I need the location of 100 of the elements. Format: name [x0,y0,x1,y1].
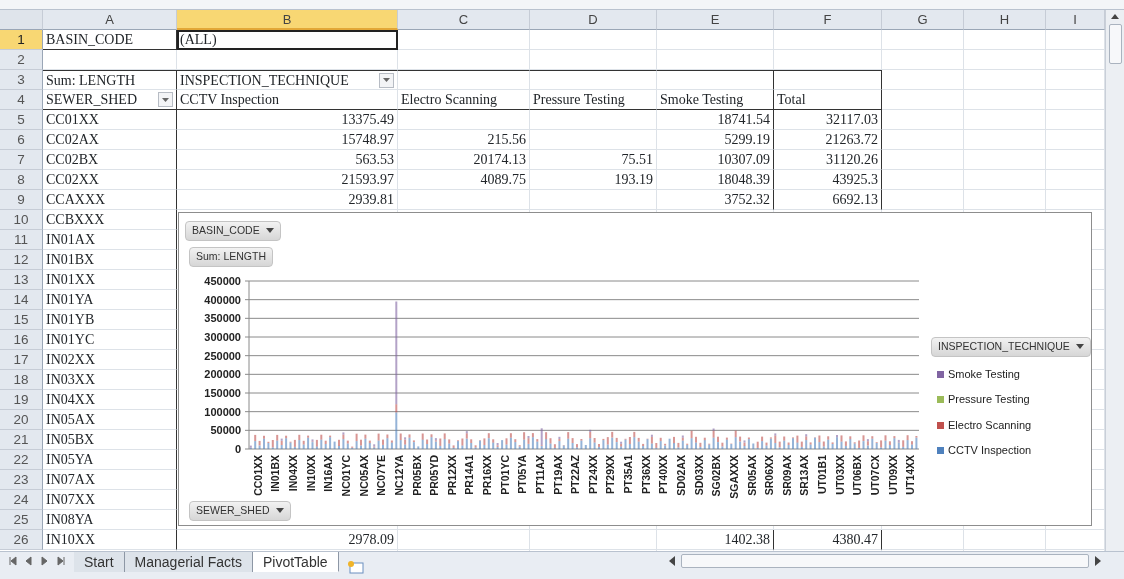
table-cell[interactable]: CCTV Inspection [177,90,398,110]
row-header[interactable]: 5 [0,110,43,130]
table-cell[interactable]: 21593.97 [177,170,398,190]
filter-dropdown-button[interactable] [158,92,173,107]
sheet-tab[interactable]: Managerial Facts [124,552,253,572]
row-header[interactable]: 3 [0,70,43,90]
table-cell[interactable]: CCBXXX [43,210,177,230]
column-header[interactable]: I [1046,10,1105,30]
table-cell[interactable]: IN01YA [43,290,177,310]
row-header[interactable]: 22 [0,450,43,470]
table-cell[interactable]: IN01BX [43,250,177,270]
table-cell[interactable] [657,70,774,90]
table-cell[interactable]: 43925.3 [774,170,882,190]
column-header[interactable]: F [774,10,882,30]
row-header[interactable]: 18 [0,370,43,390]
pivot-chart[interactable] [178,212,1092,526]
column-header[interactable]: B [177,10,398,30]
row-header[interactable]: 9 [0,190,43,210]
table-cell[interactable]: IN05AX [43,410,177,430]
row-header[interactable]: 16 [0,330,43,350]
field-button[interactable]: SEWER_SHED [189,501,291,521]
sheet-tab[interactable]: PivotTable [252,552,339,572]
column-header[interactable]: D [530,10,657,30]
row-header[interactable]: 15 [0,310,43,330]
table-cell[interactable]: 2978.09 [177,530,398,550]
row-header[interactable]: 13 [0,270,43,290]
row-header[interactable]: 25 [0,510,43,530]
table-cell[interactable]: 5299.19 [657,130,774,150]
field-button[interactable]: Sum: LENGTH [189,247,273,267]
scroll-up-icon[interactable] [1110,13,1120,20]
row-header[interactable]: 20 [0,410,43,430]
table-cell[interactable]: IN10XX [43,530,177,550]
table-cell[interactable]: BASIN_CODE [43,30,177,50]
table-cell[interactable]: 3752.32 [657,190,774,210]
table-cell[interactable]: 18741.54 [657,110,774,130]
table-cell[interactable]: 4089.75 [398,170,530,190]
table-cell[interactable]: IN05YA [43,450,177,470]
column-header[interactable]: C [398,10,530,30]
table-cell[interactable]: Smoke Testing [657,90,774,110]
row-header[interactable]: 8 [0,170,43,190]
sheet-tab[interactable]: Start [74,552,125,572]
table-cell[interactable]: 13375.49 [177,110,398,130]
table-cell[interactable]: CC02XX [43,170,177,190]
table-cell[interactable]: 15748.97 [177,130,398,150]
table-cell[interactable]: 1402.38 [657,530,774,550]
table-cell[interactable]: 6692.13 [774,190,882,210]
row-header[interactable]: 26 [0,530,43,550]
table-cell[interactable]: 4380.47 [774,530,882,550]
table-cell[interactable]: IN01YC [43,330,177,350]
field-button[interactable]: BASIN_CODE [185,221,281,241]
table-cell[interactable]: 32117.03 [774,110,882,130]
field-button[interactable]: INSPECTION_TECHNIQUE [931,337,1091,357]
table-cell[interactable]: 10307.09 [657,150,774,170]
scroll-right-icon[interactable] [1095,556,1101,566]
column-header[interactable]: A [43,10,177,30]
vertical-scrollbar[interactable] [1105,10,1124,551]
column-header[interactable]: H [964,10,1046,30]
row-header[interactable]: 21 [0,430,43,450]
table-cell[interactable]: IN01XX [43,270,177,290]
row-header[interactable]: 2 [0,50,43,70]
row-header[interactable]: 14 [0,290,43,310]
table-cell[interactable]: 563.53 [177,150,398,170]
table-cell[interactable]: IN05BX [43,430,177,450]
table-cell[interactable]: 75.51 [530,150,657,170]
table-cell[interactable]: Sum: LENGTH [43,70,177,90]
table-cell[interactable]: INSPECTION_TECHNIQUE [180,70,349,90]
table-cell[interactable]: IN04XX [43,390,177,410]
table-cell[interactable]: Electro Scanning [398,90,530,110]
table-cell[interactable] [774,70,882,90]
row-header[interactable]: 7 [0,150,43,170]
row-header[interactable]: 17 [0,350,43,370]
column-header[interactable]: E [657,10,774,30]
table-cell[interactable]: IN07AX [43,470,177,490]
filter-dropdown-button[interactable] [379,72,394,88]
row-header[interactable]: 24 [0,490,43,510]
table-cell[interactable]: SEWER_SHED [46,90,137,109]
table-cell[interactable]: Pressure Testing [530,90,657,110]
row-header[interactable]: 12 [0,250,43,270]
table-cell[interactable]: IN08YA [43,510,177,530]
row-header[interactable]: 6 [0,130,43,150]
table-cell[interactable]: 31120.26 [774,150,882,170]
column-header[interactable]: G [882,10,964,30]
row-header[interactable]: 19 [0,390,43,410]
row-header[interactable]: 1 [0,30,43,50]
table-cell[interactable]: 20174.13 [398,150,530,170]
table-cell[interactable]: (ALL) [177,30,398,50]
table-cell[interactable]: 215.56 [398,130,530,150]
table-cell[interactable]: 193.19 [530,170,657,190]
table-cell[interactable]: CC02BX [43,150,177,170]
sheet-nav-icon[interactable] [8,556,18,566]
table-cell[interactable]: IN01YB [43,310,177,330]
row-header[interactable]: 23 [0,470,43,490]
table-cell[interactable]: CCAXXX [43,190,177,210]
table-cell[interactable]: CC01XX [43,110,177,130]
table-cell[interactable]: CC02AX [43,130,177,150]
row-header[interactable]: 4 [0,90,43,110]
table-cell[interactable]: 2939.81 [177,190,398,210]
table-cell[interactable]: IN02XX [43,350,177,370]
table-cell[interactable]: IN03XX [43,370,177,390]
row-header[interactable]: 10 [0,210,43,230]
